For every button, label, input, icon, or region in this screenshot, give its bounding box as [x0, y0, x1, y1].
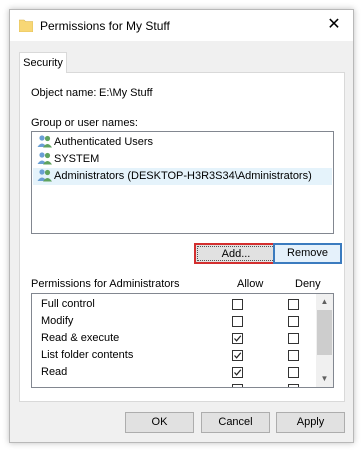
object-name-value: E:\My Stuff	[99, 87, 153, 99]
permission-row-modify: Modify	[32, 313, 316, 330]
deny-column-header: Deny	[295, 278, 321, 290]
permissions-label: Permissions for Administrators	[31, 278, 180, 290]
deny-checkbox[interactable]	[288, 316, 299, 327]
scroll-up-icon[interactable]: ▲	[316, 294, 333, 310]
tab-security[interactable]: Security	[19, 52, 67, 73]
allow-checkbox[interactable]	[232, 367, 243, 378]
user-name: SYSTEM	[54, 153, 100, 165]
scrollbar[interactable]: ▲ ▼	[316, 294, 333, 387]
permission-row-partial	[32, 381, 316, 387]
permission-name: Full control	[41, 298, 95, 310]
object-name-label: Object name:	[31, 87, 97, 99]
allow-checkbox[interactable]	[232, 333, 243, 344]
window-title: Permissions for My Stuff	[40, 19, 170, 33]
permission-name: Read & execute	[41, 332, 120, 344]
title-bar: Permissions for My Stuff ✕	[10, 10, 353, 41]
list-item-system[interactable]: SYSTEM	[33, 151, 332, 168]
permission-row-read-execute: Read & execute	[32, 330, 316, 347]
scroll-down-icon[interactable]: ▼	[316, 371, 333, 387]
users-icon	[37, 152, 52, 165]
deny-checkbox[interactable]	[288, 384, 299, 387]
permissions-list: Full control Modify Read & execute List …	[31, 293, 334, 388]
list-item-authenticated-users[interactable]: Authenticated Users	[33, 134, 332, 151]
user-name: Authenticated Users	[54, 136, 154, 148]
user-list[interactable]: Authenticated Users SYSTEM Administrator…	[31, 131, 334, 234]
permission-row-list-folder-contents: List folder contents	[32, 347, 316, 364]
users-icon	[37, 135, 52, 148]
deny-checkbox[interactable]	[288, 350, 299, 361]
add-button[interactable]: Add...	[194, 243, 278, 264]
deny-checkbox[interactable]	[288, 333, 299, 344]
permission-row-read: Read	[32, 364, 316, 381]
deny-checkbox[interactable]	[288, 367, 299, 378]
user-name: Administrators (DESKTOP-H3R3S34\Administ…	[54, 170, 312, 182]
allow-checkbox[interactable]	[232, 384, 243, 387]
permissions-dialog: Permissions for My Stuff ✕ Security Obje…	[9, 9, 354, 443]
folder-icon	[19, 19, 33, 32]
list-item-administrators[interactable]: Administrators (DESKTOP-H3R3S34\Administ…	[33, 168, 332, 185]
permission-name: Read	[41, 366, 68, 378]
apply-button[interactable]: Apply	[276, 412, 345, 433]
group-or-user-names-label: Group or user names:	[31, 117, 138, 129]
cancel-button[interactable]: Cancel	[201, 412, 270, 433]
allow-column-header: Allow	[237, 278, 264, 290]
scroll-thumb[interactable]	[317, 310, 332, 355]
permission-name: Modify	[41, 315, 74, 327]
users-icon	[37, 169, 52, 182]
deny-checkbox[interactable]	[288, 299, 299, 310]
add-button-label: Add...	[197, 246, 275, 261]
allow-checkbox[interactable]	[232, 350, 243, 361]
ok-button[interactable]: OK	[125, 412, 194, 433]
close-icon: ✕	[327, 16, 341, 33]
security-tab-panel: Object name: E:\My Stuff Group or user n…	[19, 72, 345, 402]
allow-checkbox[interactable]	[232, 316, 243, 327]
permission-row-full-control: Full control	[32, 296, 316, 313]
close-button[interactable]: ✕	[325, 16, 343, 34]
remove-button[interactable]: Remove	[273, 243, 342, 264]
allow-checkbox[interactable]	[232, 299, 243, 310]
permission-name: List folder contents	[41, 349, 134, 361]
